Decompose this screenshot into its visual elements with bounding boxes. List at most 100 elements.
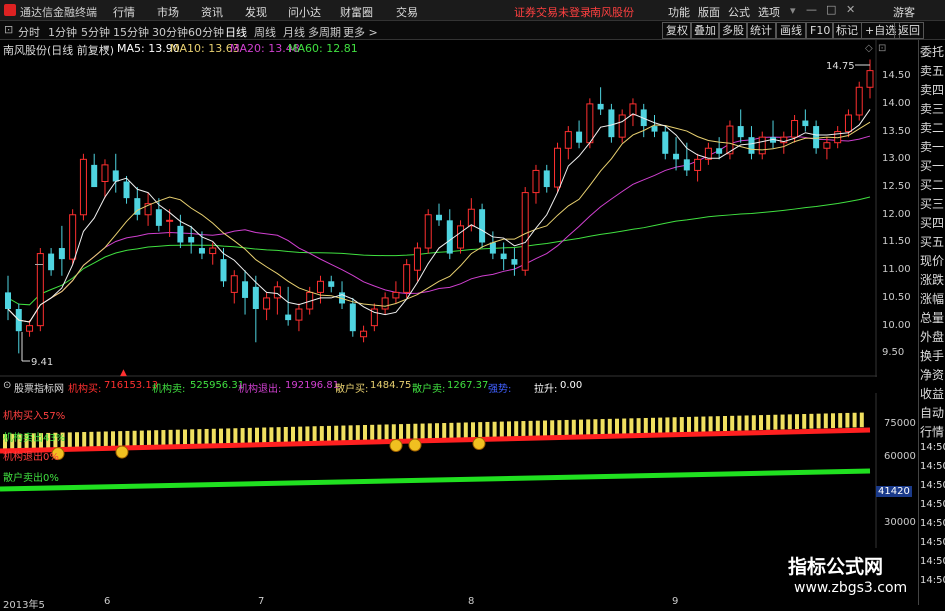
menu-item-ask[interactable]: 问小达	[288, 4, 321, 20]
login-status[interactable]: 证券交易未登录	[514, 4, 591, 20]
minimize-icon[interactable]: —	[806, 3, 817, 16]
indicator-chart[interactable]	[0, 393, 877, 596]
right-panel-item[interactable]: 14:50	[920, 480, 945, 491]
right-panel-item[interactable]: 卖二	[920, 119, 944, 136]
indicator-bar	[751, 415, 756, 431]
menu-layout[interactable]: 版面	[698, 4, 720, 20]
right-panel-item[interactable]: 卖五	[920, 62, 944, 79]
overlay-button[interactable]: 叠加	[690, 22, 720, 39]
period-more[interactable]: 更多 >	[343, 24, 378, 40]
f10-button[interactable]: F10	[806, 22, 835, 39]
draw-line-button[interactable]: 画线	[776, 22, 806, 39]
back-button[interactable]: 返回	[894, 22, 924, 39]
right-panel-item[interactable]: 涨跌	[920, 271, 944, 288]
candle-body	[69, 214, 77, 260]
layout-icon[interactable]: ⊡	[4, 23, 13, 36]
smiley-icon	[115, 445, 129, 459]
stock-label: 南风股份(日线 前复权)	[3, 44, 115, 57]
indicator-bar	[773, 414, 778, 430]
menu-options[interactable]: 选项	[758, 4, 780, 20]
candle-body	[716, 148, 723, 154]
indicator-bar	[427, 423, 432, 440]
indicator-bar	[795, 414, 799, 429]
collapse-icon[interactable]: ◂	[103, 41, 109, 54]
right-panel-item[interactable]: 14:50	[920, 442, 945, 453]
right-panel-item[interactable]: 收益	[920, 385, 944, 402]
menu-item-news[interactable]: 资讯	[201, 4, 223, 20]
right-panel-item[interactable]: 买四	[920, 214, 944, 231]
right-panel-item[interactable]: 14:50	[920, 575, 945, 586]
right-panel-item[interactable]: 买一	[920, 157, 944, 174]
period-daily[interactable]: 日线	[225, 24, 247, 40]
indicator-bar	[406, 423, 411, 440]
right-panel-item[interactable]: 卖四	[920, 81, 944, 98]
right-panel-item[interactable]: 14:50	[920, 499, 945, 510]
maximize-icon[interactable]: □	[826, 3, 836, 16]
right-panel-item[interactable]: 委托	[920, 43, 944, 60]
right-panel-item[interactable]: 涨幅	[920, 290, 944, 307]
right-panel-item[interactable]: 卖三	[920, 100, 944, 117]
multi-stock-button[interactable]: 多股	[718, 22, 748, 39]
panel-toggle-icon[interactable]: ⊡	[878, 43, 886, 54]
period-weekly[interactable]: 周线	[254, 24, 276, 40]
candle-body	[263, 297, 271, 310]
close-icon[interactable]: ✕	[846, 3, 855, 16]
period-multi[interactable]: 多周期	[308, 24, 341, 40]
mark-button[interactable]: 标记	[832, 22, 862, 39]
period-5min[interactable]: 5分钟	[81, 24, 110, 40]
adjust-button[interactable]: 复权	[662, 22, 692, 39]
smiley-icon	[472, 437, 486, 451]
menu-function[interactable]: 功能	[668, 4, 690, 20]
period-monthly[interactable]: 月线	[283, 24, 305, 40]
indicator-gear-icon[interactable]: ⊙	[3, 380, 11, 391]
indicator-bar	[679, 417, 684, 433]
price-tick-label: 12.00	[882, 208, 911, 220]
right-panel-item[interactable]: 买三	[920, 195, 944, 212]
right-panel-item[interactable]: 14:50	[920, 518, 945, 529]
candle-body	[413, 247, 421, 271]
right-panel-item[interactable]: 买五	[920, 233, 944, 250]
period-fenshi[interactable]: 分时	[18, 24, 40, 40]
candle-body	[273, 286, 281, 299]
candle-body	[101, 164, 109, 183]
right-panel-item[interactable]: 行情	[920, 423, 944, 440]
right-panel-item[interactable]: 14:50	[920, 461, 945, 472]
menu-item-trade[interactable]: 交易	[396, 4, 418, 20]
right-panel-item[interactable]: 现价	[920, 252, 944, 269]
indicator-bar	[197, 429, 202, 446]
period-15min[interactable]: 15分钟	[113, 24, 149, 40]
menu-item-quotes[interactable]: 行情	[113, 4, 135, 20]
candle-body	[436, 214, 442, 221]
settings-icon[interactable]: ◇	[865, 43, 873, 54]
right-panel-item[interactable]: 14:50	[920, 537, 945, 548]
period-60min[interactable]: 60分钟	[188, 24, 224, 40]
ind-axis-30000: 30000	[884, 517, 916, 528]
user-icon[interactable]: ▾	[790, 4, 796, 17]
indicator-bar	[809, 413, 814, 429]
right-panel-item[interactable]: 总量	[920, 309, 944, 326]
indicator-bar	[550, 420, 555, 436]
candles-group	[5, 59, 874, 354]
right-panel-item[interactable]: 外盘	[920, 328, 944, 345]
indicator-bar	[377, 424, 382, 441]
event-marker-icon[interactable]: ▲	[120, 368, 127, 378]
indicator-bar	[665, 417, 670, 433]
menu-formula[interactable]: 公式	[728, 4, 750, 20]
indicator-bar	[514, 421, 519, 437]
period-30min[interactable]: 30分钟	[152, 24, 188, 40]
price-axis: 14.50 14.00 13.50 13.00 12.50 12.00 11.50 11.00…	[880, 40, 918, 377]
menu-item-wealth[interactable]: 财富圈	[340, 4, 373, 20]
stats-button[interactable]: 统计	[746, 22, 776, 39]
right-panel-item[interactable]: 换手	[920, 347, 944, 364]
period-1min[interactable]: 1分钟	[48, 24, 77, 40]
right-panel-item[interactable]: 净资	[920, 366, 944, 383]
candlestick-chart[interactable]: 9.41 14.75	[0, 40, 877, 377]
guest-login[interactable]: 游客	[893, 4, 915, 20]
right-panel-item[interactable]: 自动	[920, 404, 944, 421]
right-panel-item[interactable]: 卖一	[920, 138, 944, 155]
menu-item-market[interactable]: 市场	[157, 4, 179, 20]
menu-item-discover[interactable]: 发现	[245, 4, 267, 20]
indicator-bar	[744, 415, 749, 431]
right-panel-item[interactable]: 14:50	[920, 556, 945, 567]
right-panel-item[interactable]: 买二	[920, 176, 944, 193]
